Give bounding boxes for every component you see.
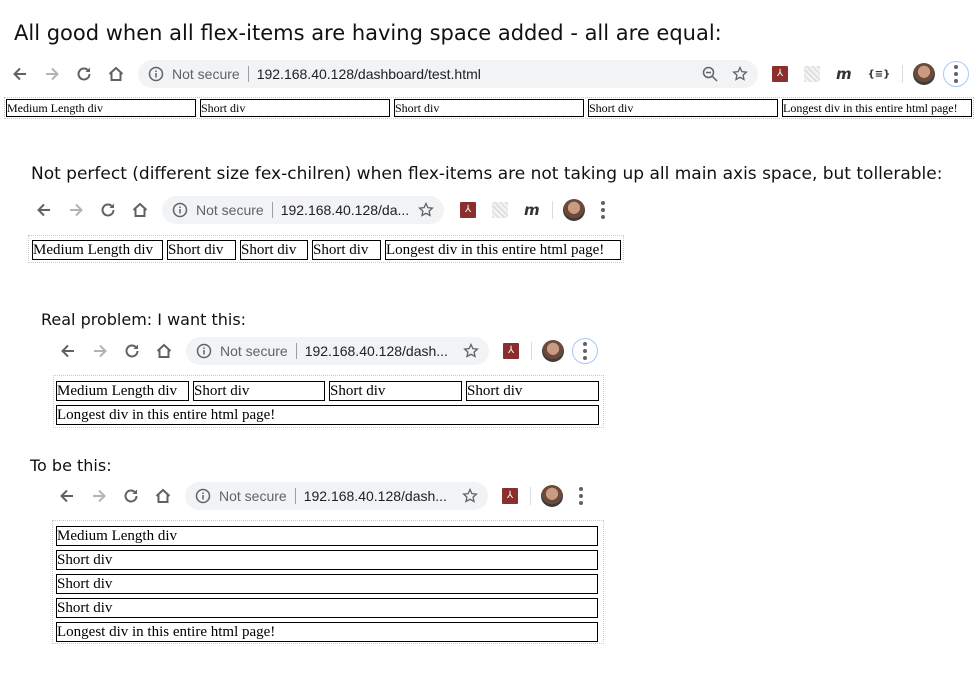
browser-toolbar-1: Not secure 192.168.40.128/dashboard/test… (10, 60, 972, 88)
heading-real-problem: Real problem: I want this: (41, 310, 247, 329)
pdf-extension-icon[interactable]: ⅄ (503, 343, 519, 359)
star-icon[interactable] (418, 202, 434, 218)
heading-not-perfect: Not perfect (different size fex-chilren)… (31, 164, 943, 184)
browser-toolbar-3: Not secure 192.168.40.128/dash... ⅄ (58, 337, 606, 365)
pdf-extension-icon[interactable]: ⅄ (772, 66, 788, 82)
star-icon[interactable] (462, 488, 478, 504)
flex-item: Longest div in this entire html page! (56, 622, 598, 642)
flex-item: Short div (466, 381, 599, 401)
three-dot-menu-icon (583, 342, 587, 360)
profile-avatar[interactable] (562, 199, 585, 221)
not-secure-label: Not secure (220, 343, 288, 359)
flex-item: Longest div in this entire html page! (56, 405, 599, 425)
grid-extension-icon[interactable] (804, 66, 820, 82)
browser-toolbar-4: Not secure 192.168.40.128/dash... ⅄ (57, 482, 605, 510)
home-icon[interactable] (154, 341, 174, 361)
browser-toolbar-2: Not secure 192.168.40.128/da... ⅄ m (34, 196, 624, 224)
flex-item: Medium Length div (32, 240, 163, 260)
omnibox[interactable]: Not secure 192.168.40.128/dashboard/test… (138, 60, 758, 88)
demo-equal-flex: Medium Length div Short div Short div Sh… (6, 99, 972, 117)
reload-icon[interactable] (122, 341, 142, 361)
flex-item: Short div (193, 381, 325, 401)
flex-item: Short div (240, 240, 308, 260)
info-icon[interactable] (148, 66, 164, 82)
flex-item: Short div (312, 240, 381, 260)
flex-item: Short div (56, 574, 598, 594)
url-text[interactable]: 192.168.40.128/dashboard/test.html (257, 66, 702, 82)
pdf-extension-icon[interactable]: ⅄ (502, 488, 518, 504)
star-icon[interactable] (732, 66, 748, 82)
flex-item: Longest div in this entire html page! (782, 99, 972, 117)
arrow-left-icon[interactable] (58, 341, 78, 361)
arrow-right-icon[interactable] (89, 486, 109, 506)
profile-avatar[interactable] (913, 63, 936, 85)
omnibox[interactable]: Not secure 192.168.40.128/dash... (186, 337, 489, 365)
arrow-left-icon[interactable] (57, 486, 77, 506)
reload-icon[interactable] (121, 486, 141, 506)
flex-item: Longest div in this entire html page! (385, 240, 621, 260)
flex-item: Short div (329, 381, 462, 401)
flex-item: Short div (167, 240, 236, 260)
arrow-right-icon[interactable] (90, 341, 110, 361)
heading-to-be-this: To be this: (30, 456, 112, 475)
m-extension-icon[interactable]: m (524, 201, 540, 219)
reload-icon[interactable] (98, 200, 118, 220)
url-text[interactable]: 192.168.40.128/dash... (305, 343, 463, 359)
grid-extension-icon[interactable] (492, 202, 508, 218)
info-icon[interactable] (172, 202, 188, 218)
demo-stacked-column: Medium Length div Short div Short div Sh… (56, 526, 598, 642)
not-secure-label: Not secure (219, 488, 287, 504)
arrow-left-icon[interactable] (34, 200, 54, 220)
three-dot-menu-icon (954, 65, 959, 83)
demo-content-sized-flex: Medium Length div Short div Short div Sh… (32, 240, 621, 260)
flex-item: Short div (56, 550, 598, 570)
url-text[interactable]: 192.168.40.128/dash... (304, 488, 462, 504)
home-icon[interactable] (153, 486, 173, 506)
flex-item: Short div (394, 99, 584, 117)
browser-menu-button[interactable] (943, 61, 970, 87)
zoom-out-icon[interactable] (702, 66, 718, 82)
browser-menu-button[interactable] (572, 338, 598, 364)
demo-wrap-second-row: Longest div in this entire html page! (56, 405, 599, 425)
flex-item: Medium Length div (6, 99, 196, 117)
not-secure-label: Not secure (196, 202, 264, 218)
json-extension-icon[interactable]: {≡} (868, 69, 891, 80)
flex-item: Medium Length div (56, 526, 598, 546)
info-icon[interactable] (196, 343, 212, 359)
profile-avatar[interactable] (542, 340, 564, 362)
arrow-right-icon[interactable] (42, 64, 62, 84)
reload-icon[interactable] (74, 64, 94, 84)
star-icon[interactable] (463, 343, 479, 359)
info-icon[interactable] (195, 488, 211, 504)
home-icon[interactable] (130, 200, 150, 220)
flex-item: Short div (56, 598, 598, 618)
demo-wrap-row: Medium Length div Short div Short div Sh… (56, 381, 599, 401)
heading-all-good: All good when all flex-items are having … (14, 21, 722, 45)
arrow-right-icon[interactable] (66, 200, 86, 220)
omnibox[interactable]: Not secure 192.168.40.128/dash... (185, 482, 488, 510)
three-dot-menu-icon[interactable] (579, 487, 583, 505)
url-text[interactable]: 192.168.40.128/da... (281, 202, 418, 218)
home-icon[interactable] (106, 64, 126, 84)
flex-item: Short div (200, 99, 390, 117)
omnibox[interactable]: Not secure 192.168.40.128/da... (162, 196, 444, 224)
profile-avatar[interactable] (541, 485, 563, 507)
flex-item: Short div (588, 99, 778, 117)
m-extension-icon[interactable]: m (836, 65, 852, 83)
not-secure-label: Not secure (172, 66, 240, 82)
flex-item: Medium Length div (56, 381, 189, 401)
pdf-extension-icon[interactable]: ⅄ (460, 202, 476, 218)
three-dot-menu-icon[interactable] (600, 201, 605, 219)
arrow-left-icon[interactable] (10, 64, 30, 84)
